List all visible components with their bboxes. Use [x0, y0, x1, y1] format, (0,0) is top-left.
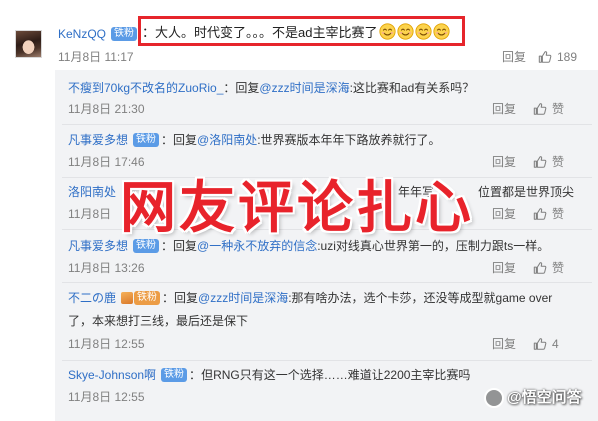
reply-text-continued: 了，本来想打三线，最后还是保下 — [68, 314, 249, 328]
reply-prefix: ：回复 — [161, 239, 198, 253]
reply-button[interactable]: 回复 — [492, 100, 516, 118]
avatar[interactable] — [15, 30, 42, 58]
reply-button[interactable]: 回复 — [492, 335, 516, 353]
thumbs-up-icon — [533, 337, 547, 351]
mention-link[interactable]: @zzz时间是深海 — [198, 291, 288, 305]
watermark-logo-icon — [484, 388, 504, 408]
reply-content: 凡事爱多想 铁粉 ：回复@洛阳南处:世界赛版本年年下路放养就行了。 — [68, 131, 441, 149]
like-button[interactable]: 赞 — [533, 153, 564, 171]
reply-username[interactable]: 不瘦到70kg不改名的ZuoRio_ — [68, 81, 223, 95]
reply-prefix: ： — [189, 368, 202, 382]
like-button[interactable]: 赞 — [533, 100, 564, 118]
like-label: 赞 — [552, 102, 565, 116]
reply-text: :世界赛版本年年下路放养就行了。 — [257, 133, 441, 147]
like-label: 赞 — [552, 207, 565, 221]
reply-prefix: ：回复 — [223, 81, 260, 95]
reply-button[interactable]: 回复 — [492, 153, 516, 171]
main-comment-date: 11月8日 11:17 — [58, 50, 134, 64]
like-button[interactable]: 赞 — [533, 205, 564, 223]
reply-text-fragment: 位置都是世界顶尖 — [478, 185, 575, 199]
like-button[interactable]: 189 — [538, 48, 577, 66]
reply-button[interactable]: 回复 — [492, 205, 516, 223]
reply-button[interactable]: 回复 — [502, 48, 526, 66]
mention-link[interactable]: @洛阳南处 — [197, 133, 257, 147]
reply-content: 洛阳南处 — [68, 183, 116, 201]
smile-emoji-icon — [433, 22, 451, 40]
thumbs-up-icon — [533, 207, 547, 221]
divider — [62, 282, 592, 283]
like-label: 赞 — [552, 155, 565, 169]
fan-badge: 铁粉 — [134, 290, 161, 305]
smile-emoji-icon — [379, 22, 397, 40]
like-count: 189 — [557, 50, 578, 64]
reply-text: :那有啥办法，选个卡莎，还没等成型就game over — [288, 291, 553, 305]
watermark: @悟空问答 — [507, 389, 582, 406]
reply-username[interactable]: 洛阳南处 — [68, 185, 116, 199]
main-username[interactable]: KeNzQQ — [58, 27, 106, 41]
like-count: 4 — [552, 337, 559, 351]
reply-text: 但RNG只有这一个选择……难道让2200主宰比赛吗 — [201, 368, 471, 382]
like-label: 赞 — [552, 261, 565, 275]
fan-badge: 铁粉 — [133, 132, 160, 147]
thumbs-up-icon — [538, 50, 552, 64]
mention-link[interactable]: @一种永不放弃的信念 — [197, 239, 317, 253]
like-button[interactable]: 赞 — [533, 259, 564, 277]
main-comment-header: KeNzQQ 铁粉 — [58, 25, 139, 43]
reply-username[interactable]: 不二の鹿 — [68, 291, 116, 305]
reply-content: 不二の鹿 铁粉 ：回复@zzz时间是深海:那有啥办法，选个卡莎，还没等成型就game… — [68, 289, 552, 307]
mention-link[interactable]: @zzz时间是深海 — [259, 81, 349, 95]
reply-date: 11月8日 12:55 — [68, 337, 145, 351]
reply-username[interactable]: Skye-Johnson啊 — [68, 368, 156, 382]
main-comment-text: ：大人。时代变了。。。不是ad主宰比赛了 — [142, 24, 378, 40]
divider — [62, 360, 592, 361]
reply-content: Skye-Johnson啊 铁粉 ：但RNG只有这一个选择……难道让2200主宰比赛… — [68, 366, 470, 384]
reply-date: 11月8日 13:26 — [68, 261, 145, 275]
smile-emoji-icon — [397, 22, 415, 40]
reply-username[interactable]: 凡事爱多想 — [68, 133, 128, 147]
reply-text: :uzi对线真心世界第一的，压制力跟ts一样。 — [317, 239, 550, 253]
reply-prefix: ：回复 — [162, 291, 199, 305]
reply-username[interactable]: 凡事爱多想 — [68, 239, 128, 253]
reply-date: 11月8日 12:55 — [68, 390, 145, 404]
thumbs-up-icon — [533, 261, 547, 275]
like-button[interactable]: 4 — [533, 335, 559, 353]
emoji-row — [379, 22, 451, 40]
fan-badge: 铁粉 — [161, 367, 188, 382]
smile-emoji-icon — [415, 22, 433, 40]
fan-badge: 铁粉 — [133, 238, 160, 253]
overlay-caption: 网友评论扎心 — [120, 176, 474, 239]
highlight-box: ：大人。时代变了。。。不是ad主宰比赛了 — [138, 16, 465, 46]
fan-badge: 铁粉 — [111, 26, 138, 41]
reply-button[interactable]: 回复 — [492, 259, 516, 277]
thumbs-up-icon — [533, 155, 547, 169]
reply-content: 不瘦到70kg不改名的ZuoRio_：回复@zzz时间是深海:这比赛和ad有关系… — [68, 79, 474, 97]
divider — [62, 124, 592, 125]
thumbs-up-icon — [533, 102, 547, 116]
reply-date: 11月8日 21:30 — [68, 102, 145, 116]
reply-date: 11月8日 — [68, 207, 112, 221]
reply-date: 11月8日 17:46 — [68, 155, 145, 169]
reply-prefix: ：回复 — [161, 133, 198, 147]
fan-medal-icon — [121, 291, 134, 304]
reply-text: :这比赛和ad有关系吗？ — [349, 81, 475, 95]
